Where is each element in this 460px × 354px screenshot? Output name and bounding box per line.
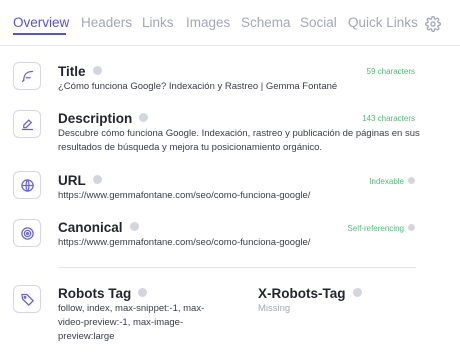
robots-tag-label: Robots Tag — [58, 286, 148, 301]
info-icon[interactable] — [408, 224, 415, 231]
tag-icon — [13, 285, 41, 313]
url-value[interactable]: https://www.gemmafontane.com/seo/como-fu… — [58, 189, 420, 203]
indexable-status: Indexable — [369, 177, 415, 186]
tab-quick-links[interactable]: Quick Links — [348, 15, 418, 30]
title-label: Title — [58, 64, 102, 79]
target-icon — [13, 219, 41, 247]
canonical-status: Self-referencing — [348, 224, 415, 233]
info-icon[interactable] — [139, 113, 149, 122]
info-icon[interactable] — [92, 175, 102, 184]
tab-headers[interactable]: Headers — [81, 15, 132, 30]
tab-social[interactable]: Social — [300, 15, 337, 30]
tab-overview[interactable]: Overview — [13, 15, 69, 30]
feather-icon — [13, 62, 41, 90]
tab-links[interactable]: Links — [142, 15, 174, 30]
tab-schema[interactable]: Schema — [241, 15, 291, 30]
section-divider — [58, 267, 416, 268]
tab-images[interactable]: Images — [186, 15, 230, 30]
description-label: Description — [58, 111, 149, 126]
robots-tag-value: follow, index, max-snippet:-1, max-video… — [58, 303, 205, 342]
info-icon[interactable] — [92, 66, 102, 75]
x-robots-tag-label: X-Robots-Tag — [258, 286, 362, 301]
active-tab-indicator — [13, 33, 66, 35]
info-icon[interactable] — [138, 288, 148, 297]
info-icon[interactable] — [408, 177, 415, 184]
edit-icon — [13, 110, 41, 138]
info-icon[interactable] — [352, 288, 362, 297]
globe-icon — [13, 171, 41, 199]
title-char-count: 59 characters — [366, 67, 415, 76]
tab-bar: Overview Headers Links Images Schema Soc… — [0, 0, 460, 46]
x-robots-tag-value: Missing — [258, 303, 291, 314]
info-icon[interactable] — [129, 222, 139, 231]
gear-icon[interactable] — [425, 16, 441, 32]
canonical-value[interactable]: https://www.gemmafontane.com/seo/como-fu… — [58, 236, 420, 250]
canonical-label: Canonical — [58, 220, 139, 235]
title-value: ¿Cómo funciona Google? Indexación y Rast… — [58, 81, 338, 92]
description-char-count: 143 characters — [362, 114, 415, 123]
description-value: Descubre cómo funciona Google. Indexació… — [58, 128, 420, 153]
url-label: URL — [58, 173, 102, 188]
